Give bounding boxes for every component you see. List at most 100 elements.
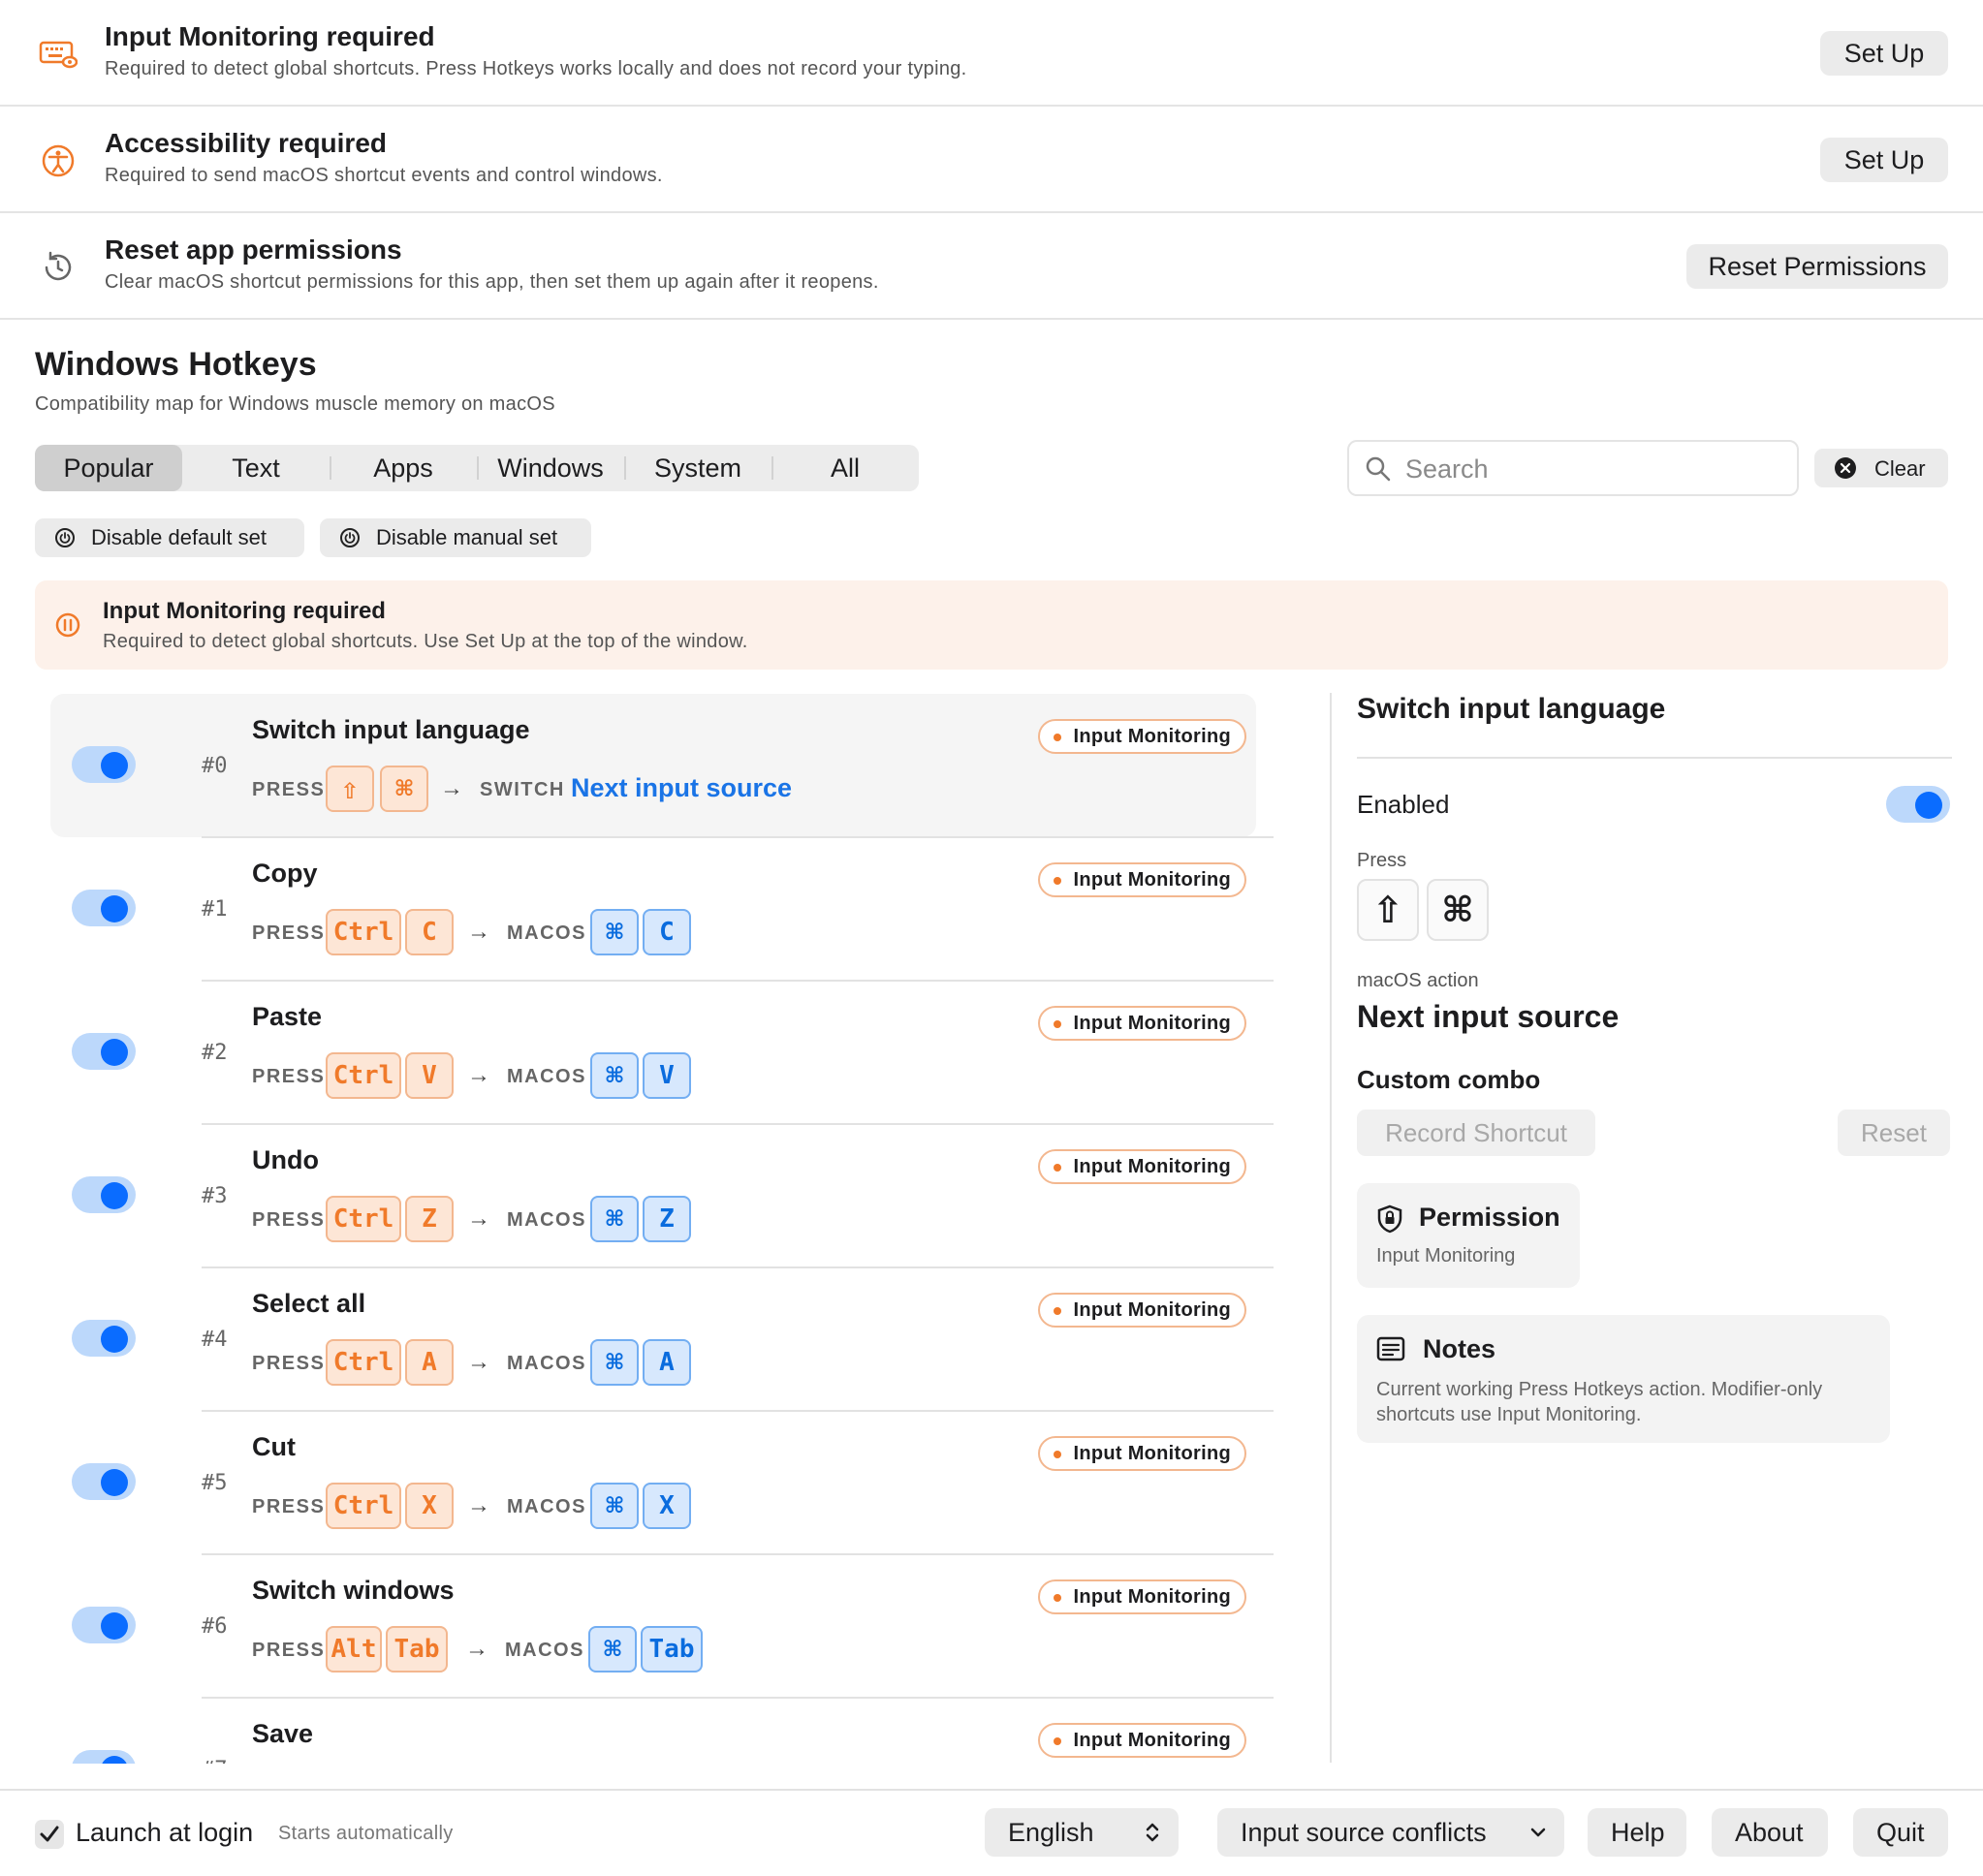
hotkey-toggle[interactable] (72, 1463, 136, 1500)
toggle-knob (101, 1756, 128, 1764)
language-select[interactable]: English (985, 1808, 1179, 1857)
z-key: Z (643, 1196, 691, 1242)
command-key: ⌘ (590, 909, 639, 955)
banner-subtitle: Required to detect global shortcuts. Use… (103, 631, 748, 652)
hotkey-title: Paste (252, 1002, 323, 1031)
hotkey-row-save[interactable]: #7 Save Input Monitoring (50, 1698, 1256, 1764)
input-source-conflicts-menu[interactable]: Input source conflicts (1217, 1808, 1564, 1857)
ctrl-key: Ctrl (326, 1483, 401, 1529)
hotkey-title: Switch input language (252, 715, 530, 744)
custom-combo-label: Custom combo (1357, 1065, 1541, 1094)
permission-subtitle: Required to detect global shortcuts. Pre… (105, 58, 967, 79)
quit-button[interactable]: Quit (1853, 1808, 1948, 1857)
hotkey-row-switch-windows[interactable]: #6 Switch windows PRESS Alt Tab → MACOS … (50, 1554, 1274, 1699)
arrow-icon: → (465, 1636, 488, 1662)
hotkey-row-copy[interactable]: #1 Copy PRESS Ctrl C → MACOS ⌘ C Input M… (50, 837, 1274, 982)
enabled-label: Enabled (1357, 790, 1450, 819)
keyboard-eye-icon (39, 41, 78, 69)
hotkey-row-switch-input-language[interactable]: #0 Switch input language PRESS ⇧ ⌘ → SWI… (50, 694, 1274, 838)
a-key: A (405, 1339, 454, 1386)
permission-card: Permission Input Monitoring (1357, 1183, 1580, 1288)
hotkey-number: #4 (202, 1328, 228, 1352)
notes-text: Current working Press Hotkeys action. Mo… (1376, 1379, 1823, 1425)
hotkey-toggle[interactable] (72, 1607, 136, 1643)
macos-label: MACOS (507, 1066, 586, 1087)
command-key: ⌘ (590, 1196, 639, 1242)
shift-key: ⇧ (1357, 879, 1419, 941)
arrow-icon: → (467, 1492, 490, 1518)
hotkey-toggle[interactable] (72, 890, 136, 926)
command-key: ⌘ (1427, 879, 1489, 941)
tab-key: Tab (641, 1626, 703, 1673)
hotkey-row-select-all[interactable]: #4 Select all PRESS Ctrl A → MACOS ⌘ A I… (50, 1267, 1274, 1412)
macos-label: MACOS (505, 1640, 584, 1661)
about-button[interactable]: About (1712, 1808, 1828, 1857)
v-key: V (643, 1052, 691, 1099)
x-key: X (405, 1483, 454, 1529)
macos-label: MACOS (507, 922, 586, 944)
chevron-down-icon (1530, 1828, 1546, 1837)
tab-text[interactable]: Text (182, 445, 330, 491)
ctrl-key: Ctrl (326, 1196, 401, 1242)
command-key: ⌘ (590, 1483, 639, 1529)
command-key: ⌘ (588, 1626, 637, 1673)
category-tabs: Popular Text Apps Windows System All (35, 445, 919, 491)
z-key: Z (405, 1196, 454, 1242)
alt-key: Alt (326, 1626, 382, 1673)
hotkey-toggle[interactable] (72, 746, 136, 783)
hotkey-toggle[interactable] (72, 1320, 136, 1357)
press-label: Press (1357, 850, 1407, 871)
hotkey-row-cut[interactable]: #5 Cut PRESS Ctrl X → MACOS ⌘ X Input Mo… (50, 1411, 1274, 1555)
reset-icon (45, 251, 72, 281)
arrow-icon: → (467, 1205, 490, 1232)
press-label: PRESS (252, 1496, 326, 1517)
launch-at-login-checkbox[interactable] (35, 1820, 64, 1849)
tab-all[interactable]: All (771, 445, 919, 491)
press-label: PRESS (252, 922, 326, 944)
record-shortcut-button[interactable]: Record Shortcut (1357, 1110, 1595, 1156)
reset-combo-button[interactable]: Reset (1838, 1110, 1950, 1156)
c-key: C (643, 909, 691, 955)
pause-icon (55, 612, 80, 638)
input-monitoring-badge: Input Monitoring (1038, 1149, 1246, 1184)
command-key: ⌘ (380, 766, 428, 812)
disable-default-label: Disable default set (91, 525, 267, 549)
hotkey-number: #1 (202, 897, 228, 922)
disable-manual-set-button[interactable]: Disable manual set (320, 518, 591, 557)
ctrl-key: Ctrl (326, 909, 401, 955)
hotkey-toggle[interactable] (72, 1033, 136, 1070)
hotkey-toggle[interactable] (72, 1750, 136, 1764)
macos-label: MACOS (507, 1353, 586, 1374)
command-key: ⌘ (590, 1339, 639, 1386)
arrow-icon: → (467, 919, 490, 945)
press-label: PRESS (252, 1209, 326, 1231)
hotkey-title: Cut (252, 1432, 296, 1461)
hotkey-title: Save (252, 1719, 314, 1748)
tab-windows[interactable]: Windows (477, 445, 624, 491)
v-key: V (405, 1052, 454, 1099)
tab-system[interactable]: System (624, 445, 771, 491)
disable-default-set-button[interactable]: Disable default set (35, 518, 304, 557)
enabled-toggle[interactable] (1886, 786, 1950, 823)
input-monitoring-badge: Input Monitoring (1038, 1006, 1246, 1041)
clear-button[interactable]: Clear (1814, 449, 1948, 487)
tab-apps[interactable]: Apps (330, 445, 477, 491)
search-input[interactable]: Search (1347, 440, 1799, 496)
hotkey-toggle[interactable] (72, 1176, 136, 1213)
set-up-accessibility-button[interactable]: Set Up (1820, 138, 1948, 182)
reset-permissions-button[interactable]: Reset Permissions (1686, 244, 1948, 289)
clear-icon (1835, 457, 1856, 479)
language-value: English (1008, 1817, 1094, 1847)
hotkey-number: #3 (202, 1184, 228, 1208)
toggle-knob (101, 1326, 128, 1353)
hotkey-row-paste[interactable]: #2 Paste PRESS Ctrl V → MACOS ⌘ V Input … (50, 981, 1274, 1125)
hotkey-row-undo[interactable]: #3 Undo PRESS Ctrl Z → MACOS ⌘ Z Input M… (50, 1124, 1274, 1268)
input-monitoring-badge: Input Monitoring (1038, 1293, 1246, 1328)
accessibility-icon (42, 144, 75, 177)
hotkey-title: Undo (252, 1145, 319, 1174)
help-button[interactable]: Help (1588, 1808, 1686, 1857)
set-up-input-monitoring-button[interactable]: Set Up (1820, 31, 1948, 76)
tab-popular[interactable]: Popular (35, 445, 182, 491)
ctrl-key: Ctrl (326, 1339, 401, 1386)
input-monitoring-banner: Input Monitoring required Required to de… (35, 580, 1948, 670)
